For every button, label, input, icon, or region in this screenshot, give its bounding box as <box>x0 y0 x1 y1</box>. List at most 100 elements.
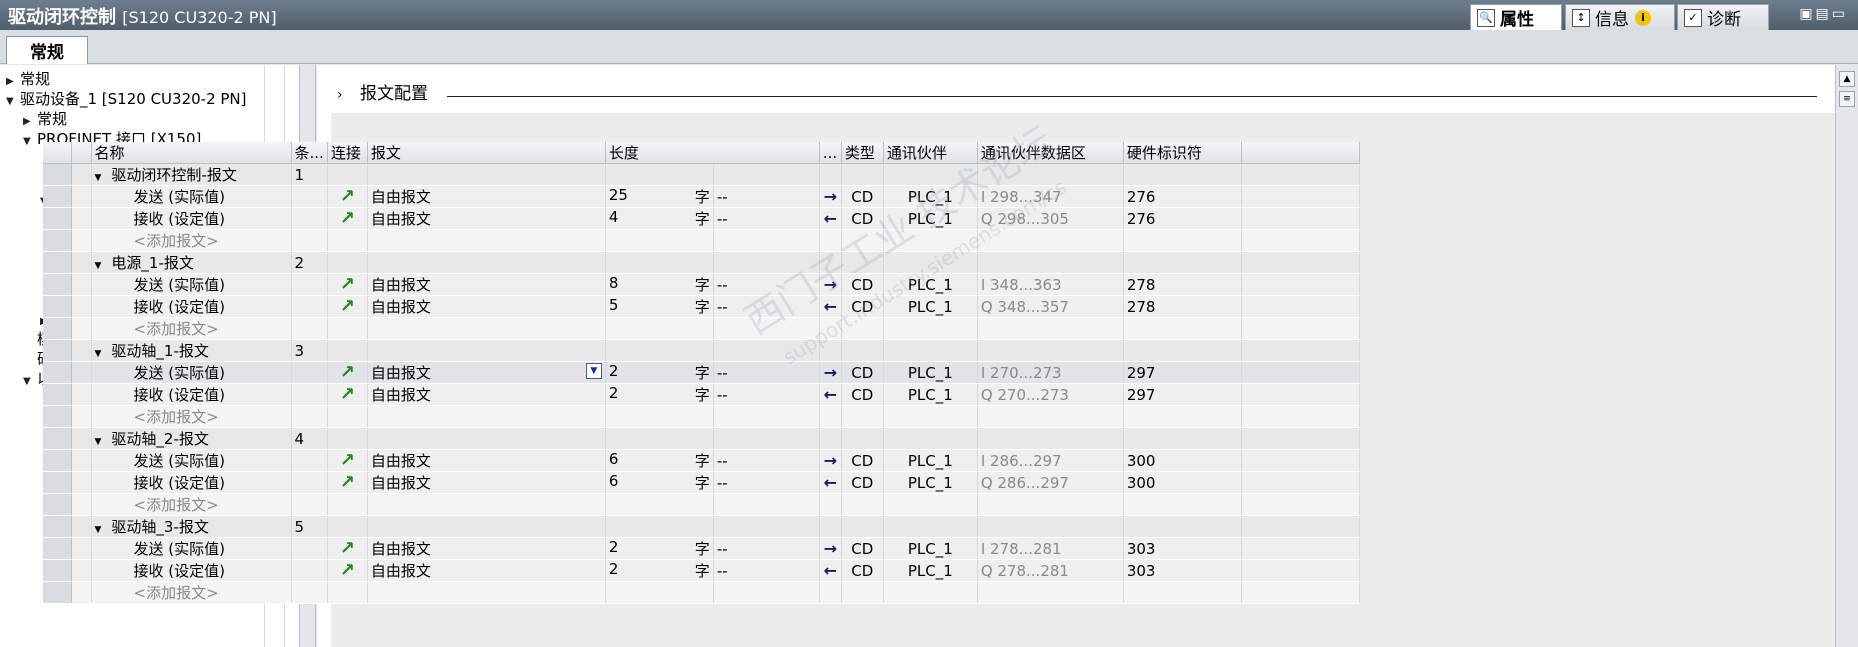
telegram-cell[interactable]: 自由报文 <box>367 273 606 296</box>
vertical-scrollbar[interactable]: ▲ ≡ <box>1835 65 1858 647</box>
row-header[interactable] <box>43 251 72 274</box>
telegram-cell[interactable]: 自由报文 <box>367 471 606 494</box>
connect-arrow-icon[interactable]: ↗ <box>340 275 355 293</box>
length-value[interactable]: 6 <box>609 472 619 490</box>
collapse-icon[interactable]: ▼ <box>95 261 102 271</box>
table-row[interactable]: ▼ 驱动轴_1-报文 3 <box>43 339 1360 362</box>
telegram-cell[interactable]: 自由报文 <box>367 185 606 208</box>
length-value[interactable]: 6 <box>609 450 619 468</box>
table-row[interactable]: <添加报文> <box>43 229 1360 252</box>
row-header[interactable] <box>43 515 72 538</box>
length-cell[interactable]: 25 字 <box>605 185 714 208</box>
collapse-icon[interactable]: ▼ <box>95 173 102 183</box>
length-cell[interactable]: 8字 <box>605 273 714 296</box>
table-row[interactable]: ▼ 电源_1-报文 2 <box>43 251 1360 274</box>
row-header[interactable] <box>43 427 72 450</box>
connect-cell[interactable]: ↗ <box>327 537 368 560</box>
length-cell[interactable]: 5字 <box>605 295 714 318</box>
header-partner[interactable]: 通讯伙伴 <box>883 142 978 164</box>
scroll-menu-icon[interactable]: ≡ <box>1839 91 1855 107</box>
table-row[interactable]: <添加报文> <box>43 493 1360 516</box>
connect-arrow-icon[interactable]: ↗ <box>340 473 355 491</box>
tab-properties[interactable]: 🔍 属性 <box>1470 4 1562 30</box>
table-row[interactable]: 接收 (设定值) ↗ 自由报文 5 字 -- ← CD PLC_1 Q 348...357 278 <box>43 295 1360 318</box>
length-cell[interactable]: 2字 <box>605 383 714 406</box>
section-header[interactable]: › 报文配置 <box>337 79 428 104</box>
connect-cell[interactable]: ↗ <box>327 185 368 208</box>
header-hwid[interactable]: 硬件标识符 <box>1123 142 1242 164</box>
row-header[interactable] <box>43 559 72 582</box>
header-type[interactable]: 类型 <box>841 142 884 164</box>
header-dir[interactable]: ... <box>819 142 842 164</box>
add-telegram[interactable]: <添加报文> <box>91 405 292 428</box>
table-row[interactable]: <添加报文> <box>43 405 1360 428</box>
connect-arrow-icon[interactable]: ↗ <box>340 385 355 403</box>
telegram-cell[interactable]: 自由报文 <box>367 559 606 582</box>
table-row[interactable]: 发送 (实际值) ↗ 自由报文 8 字 -- → CD PLC_1 I 348...363 278 <box>43 273 1360 296</box>
length-cell[interactable]: 2字 <box>605 361 714 384</box>
table-row[interactable]: 接收 (设定值) ↗ 自由报文 2 字 -- ← CD PLC_1 Q 270...273 297 <box>43 383 1360 406</box>
row-header[interactable] <box>43 471 72 494</box>
row-header[interactable] <box>43 273 72 296</box>
telegram-cell[interactable]: 自由报文 <box>367 449 606 472</box>
row-header[interactable] <box>43 361 72 384</box>
length-value[interactable]: 2 <box>609 560 619 578</box>
connect-cell[interactable]: ↗ <box>327 559 368 582</box>
row-header[interactable] <box>43 581 72 604</box>
connect-arrow-icon[interactable]: ↗ <box>340 187 355 205</box>
add-telegram[interactable]: <添加报文> <box>91 581 292 604</box>
connect-arrow-icon[interactable]: ↗ <box>340 297 355 315</box>
header-num[interactable]: 条... <box>291 142 328 164</box>
length-cell[interactable]: 2字 <box>605 537 714 560</box>
table-row[interactable]: ▼ 驱动闭环控制-报文 1 <box>43 163 1360 186</box>
length-value[interactable]: 5 <box>609 296 619 314</box>
table-row[interactable]: 发送 (实际值) ↗ 自由报文 ▼ 2 字 -- → CD PLC_1 I 270...273 297 <box>43 361 1360 384</box>
table-row[interactable]: <添加报文> <box>43 581 1360 604</box>
table-row[interactable]: 接收 (设定值) ↗ 自由报文 6 字 -- ← CD PLC_1 Q 286...297 300 <box>43 471 1360 494</box>
length-cell[interactable]: 6字 <box>605 471 714 494</box>
connect-arrow-icon[interactable]: ↗ <box>340 539 355 557</box>
expand-down-icon[interactable]: ▼ <box>23 130 37 154</box>
add-telegram[interactable]: <添加报文> <box>91 493 292 516</box>
collapse-icon[interactable]: ▼ <box>95 437 102 447</box>
header-partner-area[interactable]: 通讯伙伴数据区 <box>977 142 1124 164</box>
telegram-cell[interactable]: 自由报文 ▼ <box>367 361 606 384</box>
header-length[interactable]: 长度 <box>605 142 820 164</box>
table-row[interactable]: 发送 (实际值) ↗ 自由报文 25 字 -- → CD PLC_1 I 298...347 276 <box>43 185 1360 208</box>
length-value[interactable]: 2 <box>609 538 619 556</box>
table-row[interactable]: 接收 (设定值) ↗ 自由报文 4 字 -- ← CD PLC_1 Q 298...305 276 <box>43 207 1360 230</box>
connect-cell[interactable]: ↗ <box>327 383 368 406</box>
connect-arrow-icon[interactable]: ↗ <box>340 561 355 579</box>
row-header[interactable] <box>43 163 72 186</box>
row-header[interactable] <box>43 229 72 252</box>
collapse-icon[interactable]: ▼ <box>95 349 102 359</box>
table-row[interactable]: ▼ 驱动轴_3-报文 5 <box>43 515 1360 538</box>
header-name[interactable]: 名称 <box>91 142 292 164</box>
window-controls[interactable]: ▣▤▭ <box>1799 6 1848 22</box>
connect-arrow-icon[interactable]: ↗ <box>340 451 355 469</box>
header-telegram[interactable]: 报文 <box>367 142 606 164</box>
table-row[interactable]: 发送 (实际值) ↗ 自由报文 2 字 -- → CD PLC_1 I 278...281 303 <box>43 537 1360 560</box>
connect-cell[interactable]: ↗ <box>327 471 368 494</box>
connect-arrow-icon[interactable]: ↗ <box>340 363 355 381</box>
telegram-cell[interactable]: 自由报文 <box>367 537 606 560</box>
connect-cell[interactable]: ↗ <box>327 361 368 384</box>
row-header[interactable] <box>43 493 72 516</box>
table-row[interactable]: 发送 (实际值) ↗ 自由报文 6 字 -- → CD PLC_1 I 286...297 300 <box>43 449 1360 472</box>
connect-arrow-icon[interactable]: ↗ <box>340 209 355 227</box>
row-header[interactable] <box>43 339 72 362</box>
collapse-icon[interactable]: ▼ <box>95 525 102 535</box>
row-header[interactable] <box>43 317 72 340</box>
header-connect[interactable]: 连接 <box>327 142 368 164</box>
length-value[interactable]: 8 <box>609 274 619 292</box>
add-telegram[interactable]: <添加报文> <box>91 229 292 252</box>
scroll-up-icon[interactable]: ▲ <box>1839 71 1855 87</box>
connect-cell[interactable]: ↗ <box>327 207 368 230</box>
expand-down-icon[interactable]: ▼ <box>6 90 20 114</box>
length-cell[interactable]: 6字 <box>605 449 714 472</box>
row-header[interactable] <box>43 185 72 208</box>
tab-general[interactable]: 常规 <box>6 36 88 64</box>
connect-cell[interactable]: ↗ <box>327 273 368 296</box>
row-header[interactable] <box>43 383 72 406</box>
length-cell[interactable]: 4字 <box>605 207 714 230</box>
